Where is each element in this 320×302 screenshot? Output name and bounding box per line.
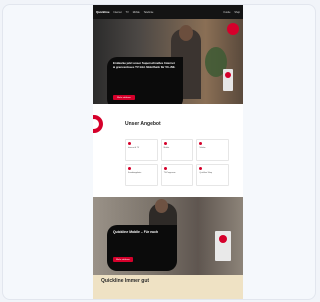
offer-tile[interactable]: Kombiangebote — [125, 164, 158, 186]
hero-person-head — [179, 25, 193, 41]
offer-icon — [163, 142, 167, 145]
offer-icon — [128, 142, 131, 145]
offer-tile-label: Telefon — [199, 147, 206, 149]
offer-tile[interactable]: Telefon — [196, 139, 229, 161]
nav-item-mobile[interactable]: Mobile — [133, 11, 140, 14]
promo-title: Quickline Mobile – Für euch — [113, 230, 159, 234]
offer-icon — [199, 142, 203, 145]
nav-right-group: Kunde Shop — [223, 11, 240, 14]
offer-tile[interactable]: Internet & TV — [125, 139, 158, 161]
promo-text-box: Quickline Mobile – Für euch Mehr erfahre… — [107, 225, 177, 271]
offer-title: Unser Angebot — [125, 121, 161, 127]
offer-tile[interactable]: TV-Programm — [160, 164, 194, 186]
hero-cta-button[interactable]: Mehr erfahren — [113, 95, 135, 100]
offer-icon — [199, 167, 203, 170]
promo-person-head — [155, 199, 168, 213]
promo-device-logo — [219, 235, 227, 243]
hero-banner: Entdecke jetzt unser Superschnelles Inte… — [93, 19, 243, 104]
chat-button-icon[interactable] — [227, 23, 239, 35]
browser-window: Quickline Internet TV Mobile Telefonie K… — [2, 4, 316, 300]
nav-item-internet[interactable]: Internet — [114, 11, 122, 14]
offer-tile[interactable]: Quickline Shop — [196, 164, 229, 186]
offer-icon — [128, 167, 131, 170]
offer-tile-label: Quickline Shop — [199, 172, 213, 174]
bottom-section: Quickline Immer gut — [93, 275, 243, 299]
quickline-q-logo — [93, 115, 103, 133]
nav-item-telefonie[interactable]: Telefonie — [144, 11, 154, 14]
webpage: Quickline Internet TV Mobile Telefonie K… — [93, 5, 243, 299]
hero-title: Entdecke jetzt unser Superschnelles Inte… — [113, 61, 176, 69]
hero-device-logo — [225, 72, 231, 78]
offer-tile-label: Internet & TV — [128, 147, 140, 149]
offer-tiles: Internet & TV Mobile Telefon Kombiangebo… — [125, 139, 229, 186]
top-navigation: Quickline Internet TV Mobile Telefonie K… — [93, 5, 243, 19]
offer-tile-label: TV-Programm — [163, 172, 176, 174]
brand-logo[interactable]: Quickline — [96, 10, 110, 14]
nav-item-shop[interactable]: Shop — [234, 11, 240, 14]
promo-cta-button[interactable]: Mehr erfahren — [113, 257, 133, 262]
offer-tile-label: Mobile — [163, 147, 170, 149]
offer-tile[interactable]: Mobile — [160, 139, 194, 161]
promo-banner: Quickline Mobile – Für euch Mehr erfahre… — [93, 197, 243, 275]
offer-tile-label: Kombiangebote — [128, 172, 142, 174]
nav-item-kunde[interactable]: Kunde — [223, 11, 230, 14]
nav-item-tv[interactable]: TV — [126, 11, 129, 14]
bottom-title: Quickline Immer gut — [101, 278, 150, 284]
offer-icon — [163, 167, 167, 170]
hero-text-box: Entdecke jetzt unser Superschnelles Inte… — [107, 57, 183, 104]
